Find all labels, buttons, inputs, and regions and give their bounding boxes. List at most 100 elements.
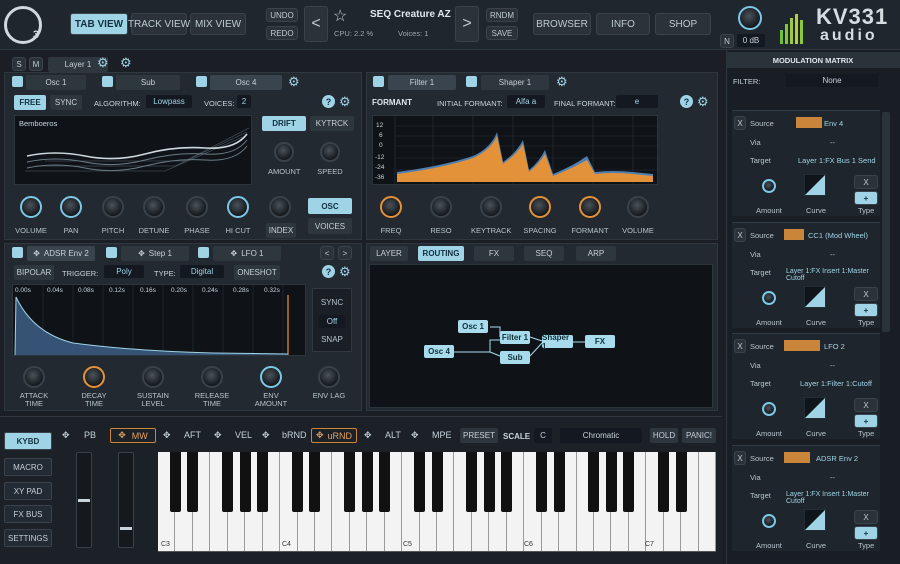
mod-slot-3-type-x-button[interactable]: X xyxy=(854,398,878,412)
filter-formant-knob[interactable] xyxy=(579,196,601,218)
urnd-control[interactable]: ✥ uRND xyxy=(311,428,357,443)
black-key[interactable] xyxy=(466,452,478,512)
env-amount-knob[interactable] xyxy=(260,366,282,388)
filter-spacing-knob[interactable] xyxy=(529,196,551,218)
black-key[interactable] xyxy=(239,452,251,512)
mod-slot-3-target[interactable]: Layer 1:Filter 1:Cutoff xyxy=(800,379,872,388)
favorite-star-icon[interactable]: ☆ xyxy=(333,6,347,26)
mod-slot-3-remove-button[interactable]: X xyxy=(734,339,746,353)
drift-amount-knob[interactable] xyxy=(274,142,294,162)
black-key[interactable] xyxy=(605,452,617,512)
filter-help-icon[interactable]: ? xyxy=(680,95,693,108)
sustain-level-knob[interactable] xyxy=(142,366,164,388)
final-formant-select[interactable]: e xyxy=(616,95,658,108)
filter-panel-gear-icon[interactable]: ⚙ xyxy=(697,95,709,108)
black-key[interactable] xyxy=(257,452,269,512)
release-time-knob[interactable] xyxy=(201,366,223,388)
tab-filter-1[interactable]: Filter 1 xyxy=(388,75,456,90)
save-button[interactable]: SAVE xyxy=(486,26,518,40)
modmatrix-scrollbar[interactable] xyxy=(882,112,890,332)
mod-slot-1-amount-knob[interactable] xyxy=(762,179,776,193)
filter1-enable-checkbox[interactable] xyxy=(373,76,384,87)
aft-move-icon[interactable]: ✥ xyxy=(163,430,171,441)
filter-reso-knob[interactable] xyxy=(430,196,452,218)
tab-step-1[interactable]: ✥ Step 1 xyxy=(121,246,189,261)
black-key[interactable] xyxy=(675,452,687,512)
layer-settings-gear-icon[interactable]: ⚙ xyxy=(97,56,109,69)
black-key[interactable] xyxy=(222,452,234,512)
mod-slot-1-target[interactable]: Layer 1:FX Bus 1 Send xyxy=(798,156,876,165)
pitch-bend-wheel[interactable] xyxy=(76,452,92,548)
osc-index-knob[interactable] xyxy=(269,196,291,218)
mod-slot-4-source[interactable]: ADSR Env 2 xyxy=(816,454,858,463)
initial-formant-select[interactable]: Alfa a xyxy=(507,95,545,108)
voices-view-button[interactable]: VOICES xyxy=(308,218,352,234)
random-button[interactable]: RNDM xyxy=(486,8,518,22)
mod-slot-3-amount-knob[interactable] xyxy=(762,402,776,416)
osc-detune-knob[interactable] xyxy=(143,196,165,218)
layer-options-gear-icon[interactable]: ⚙ xyxy=(120,56,132,69)
mod-slot-2-target[interactable]: Layer 1:FX Insert 1:Master Cutoff xyxy=(786,268,880,282)
mod-slot-4-target[interactable]: Layer 1:FX Insert 1:Master Cutoff xyxy=(786,491,880,505)
mpe-move-icon[interactable]: ✥ xyxy=(411,430,419,441)
filter-gear-icon[interactable]: ⚙ xyxy=(556,75,568,88)
sync-select[interactable]: Off xyxy=(319,315,345,328)
mod-slot-1-type-plus-button[interactable]: + xyxy=(854,191,878,205)
black-key[interactable] xyxy=(344,452,356,512)
tab-osc-1[interactable]: Osc 1 xyxy=(26,75,86,90)
osc-phase-knob[interactable] xyxy=(186,196,208,218)
routing-node-filter-1[interactable]: Filter 1 xyxy=(500,331,530,344)
mute-button[interactable]: M xyxy=(29,57,43,71)
pitch-bend-handle[interactable] xyxy=(78,499,90,502)
hold-button[interactable]: HOLD xyxy=(650,428,678,443)
mod-slot-1-type-x-button[interactable]: X xyxy=(854,175,878,189)
oneshot-button[interactable]: ONESHOT xyxy=(234,265,280,280)
bipolar-button[interactable]: BIPOLAR xyxy=(14,265,54,280)
sync-button[interactable]: SYNC xyxy=(50,95,82,110)
mod-slot-3-type-plus-button[interactable]: + xyxy=(854,414,878,428)
algorithm-select[interactable]: Lowpass xyxy=(146,95,192,108)
mod-slot-2-type-x-button[interactable]: X xyxy=(854,287,878,301)
snap-label[interactable]: SNAP xyxy=(312,335,352,344)
env-next-button[interactable]: > xyxy=(338,246,352,260)
redo-button[interactable]: REDO xyxy=(266,26,298,40)
env-help-icon[interactable]: ? xyxy=(322,265,335,278)
osc-pitch-knob[interactable] xyxy=(102,196,124,218)
sidebar-settings[interactable]: SETTINGS xyxy=(4,529,52,547)
black-key[interactable] xyxy=(658,452,670,512)
prev-preset-button[interactable]: < xyxy=(304,6,328,42)
alt-move-icon[interactable]: ✥ xyxy=(364,430,372,441)
mw-control[interactable]: ✥ MW xyxy=(110,428,156,443)
pb-move-icon[interactable]: ✥ xyxy=(62,430,70,441)
brnd-move-icon[interactable]: ✥ xyxy=(262,430,270,441)
tab-osc-4[interactable]: Osc 4 xyxy=(210,75,282,90)
type-select[interactable]: Digital xyxy=(180,265,224,278)
next-preset-button[interactable]: > xyxy=(455,6,479,42)
mod-slot-2-remove-button[interactable]: X xyxy=(734,228,746,242)
osc-gear-icon[interactable]: ⚙ xyxy=(288,75,300,88)
routing-node-sub[interactable]: Sub xyxy=(500,351,530,364)
mod-slot-2-via[interactable]: -- xyxy=(830,250,835,259)
black-key[interactable] xyxy=(588,452,600,512)
routing-node-shaper-1[interactable]: Shaper 1 xyxy=(542,333,573,351)
modmatrix-filter-select[interactable]: None xyxy=(786,74,878,87)
scale-type-select[interactable]: Chromatic xyxy=(560,428,642,443)
attack-time-knob[interactable] xyxy=(23,366,45,388)
master-volume-knob[interactable] xyxy=(738,6,762,30)
track-view-button[interactable]: TRACK VIEW xyxy=(128,13,190,35)
black-key[interactable] xyxy=(169,452,181,512)
tab-routing[interactable]: ROUTING xyxy=(418,246,464,261)
tab-shaper-1[interactable]: Shaper 1 xyxy=(481,75,549,90)
mod-wheel-handle[interactable] xyxy=(120,527,132,530)
undo-button[interactable]: UNDO xyxy=(266,8,298,22)
trigger-select[interactable]: Poly xyxy=(104,265,144,278)
routing-node-osc-1[interactable]: Osc 1 xyxy=(458,320,488,333)
shaper1-enable-checkbox[interactable] xyxy=(466,76,477,87)
sidebar-xy-pad[interactable]: XY PAD xyxy=(4,482,52,500)
volume-db-readout[interactable]: 0 dB xyxy=(737,34,765,47)
mod-slot-4-type-plus-button[interactable]: + xyxy=(854,526,878,540)
panic-button[interactable]: PANIC! xyxy=(682,428,716,443)
sub-enable-checkbox[interactable] xyxy=(102,76,113,87)
env-lag-knob[interactable] xyxy=(318,366,340,388)
mod-slot-1-via[interactable]: -- xyxy=(830,138,835,147)
